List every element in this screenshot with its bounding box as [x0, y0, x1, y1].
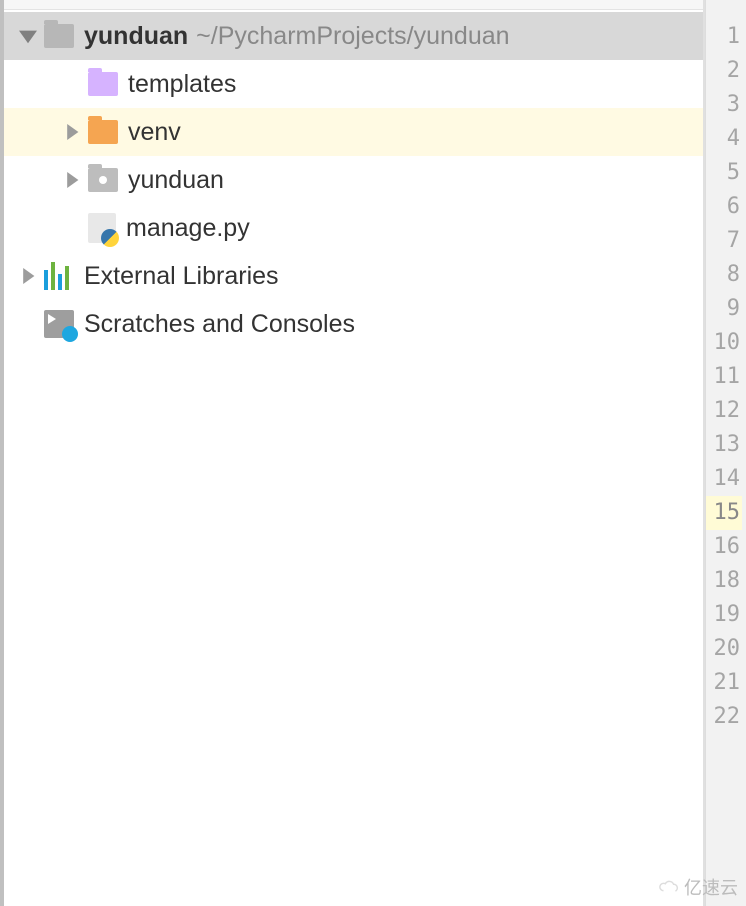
line-number[interactable]: 20: [706, 632, 742, 666]
line-number[interactable]: 12: [706, 394, 742, 428]
line-number[interactable]: 21: [706, 666, 742, 700]
folder-icon: [44, 24, 74, 48]
tree-node-venv[interactable]: venv: [4, 108, 703, 156]
libraries-icon: [44, 262, 74, 290]
tree-node-manage-py[interactable]: manage.py: [4, 204, 703, 252]
scratches-icon: [44, 310, 74, 338]
tree-node-templates[interactable]: templates: [4, 60, 703, 108]
toolbar-strip: [4, 0, 703, 10]
line-number[interactable]: 10: [706, 326, 742, 360]
chevron-right-icon[interactable]: [62, 170, 82, 190]
tree-item-label: yunduan: [128, 166, 224, 195]
line-number[interactable]: 7: [706, 224, 742, 258]
chevron-down-icon[interactable]: [18, 26, 38, 46]
tree-item-label: External Libraries: [84, 262, 279, 291]
line-number[interactable]: 19: [706, 598, 742, 632]
line-number[interactable]: 13: [706, 428, 742, 462]
watermark: 亿速云: [658, 874, 738, 900]
tree-item-label: manage.py: [126, 214, 250, 243]
line-numbers[interactable]: 123456789101112131415161819202122: [706, 0, 746, 734]
line-number[interactable]: 1: [706, 20, 742, 54]
editor-gutter: 123456789101112131415161819202122: [705, 0, 746, 906]
tree-node-yunduan-subfolder[interactable]: yunduan: [4, 156, 703, 204]
project-root-path: ~/PycharmProjects/yunduan: [196, 22, 509, 51]
line-number[interactable]: 5: [706, 156, 742, 190]
folder-icon: [88, 168, 118, 192]
line-number[interactable]: 4: [706, 122, 742, 156]
line-number[interactable]: 16: [706, 530, 742, 564]
folder-icon: [88, 120, 118, 144]
line-number[interactable]: 2: [706, 54, 742, 88]
line-number[interactable]: 11: [706, 360, 742, 394]
line-number[interactable]: 22: [706, 700, 742, 734]
line-number[interactable]: 9: [706, 292, 742, 326]
line-number[interactable]: 18: [706, 564, 742, 598]
tree-node-scratches[interactable]: Scratches and Consoles: [4, 300, 703, 348]
line-number[interactable]: 8: [706, 258, 742, 292]
line-number[interactable]: 3: [706, 88, 742, 122]
project-root-name: yunduan: [84, 22, 188, 51]
line-number[interactable]: 15: [706, 496, 742, 530]
line-number[interactable]: 14: [706, 462, 742, 496]
folder-icon: [88, 72, 118, 96]
line-number[interactable]: 6: [706, 190, 742, 224]
chevron-right-icon[interactable]: [18, 266, 38, 286]
chevron-right-icon[interactable]: [62, 122, 82, 142]
python-file-icon: [88, 213, 116, 243]
tree-item-label: templates: [128, 70, 236, 99]
watermark-text: 亿速云: [684, 874, 738, 900]
tree-item-label: venv: [128, 118, 181, 147]
tree-node-project-root[interactable]: yunduan ~/PycharmProjects/yunduan: [4, 12, 703, 60]
tree-item-label: Scratches and Consoles: [84, 310, 355, 339]
project-tree-panel: yunduan ~/PycharmProjects/yunduan templa…: [0, 0, 705, 906]
tree-node-external-libraries[interactable]: External Libraries: [4, 252, 703, 300]
